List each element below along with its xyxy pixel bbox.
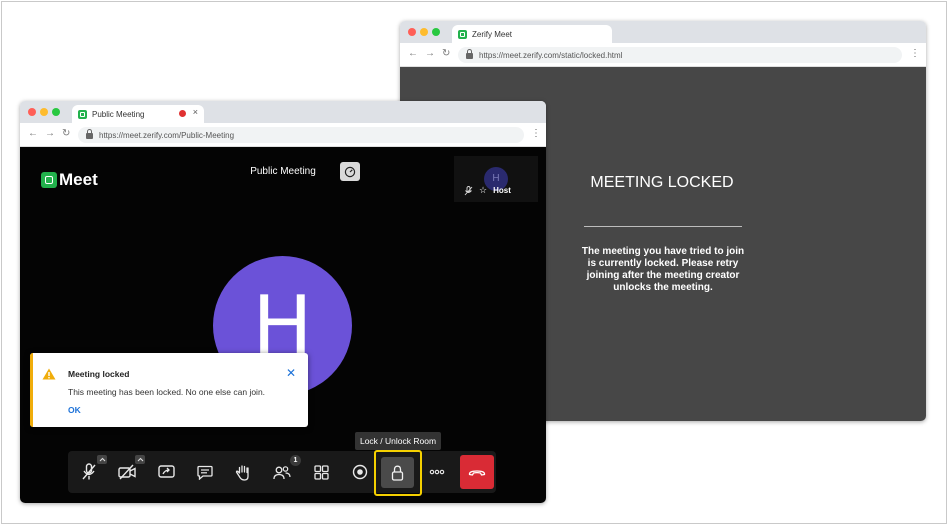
speedometer-icon[interactable] [340, 162, 360, 181]
address-bar[interactable]: https://meet.zerify.com/Public-Meeting [78, 127, 524, 143]
minimize-window-icon[interactable] [420, 28, 428, 36]
tab-bar: Public Meeting × [20, 101, 546, 123]
browser-menu-icon[interactable]: ⋮ [910, 48, 920, 59]
host-label: Host [493, 186, 511, 195]
favicon-icon [458, 29, 467, 39]
back-arrow-icon[interactable]: ← [408, 48, 418, 59]
lock-button-surface[interactable] [381, 457, 414, 488]
nav-bar: ← → ↻ https://meet.zerify.com/Public-Mee… [20, 123, 546, 147]
hangup-icon [468, 469, 486, 476]
url-text: https://meet.zerify.com/Public-Meeting [99, 130, 235, 140]
tile-view-icon [313, 464, 329, 480]
notification-title: Meeting locked [68, 369, 130, 379]
notification-accent-bar [30, 353, 33, 427]
lock-unlock-room-button[interactable] [374, 450, 422, 496]
tab-close-icon[interactable]: × [193, 107, 198, 117]
raise-hand-button[interactable] [232, 461, 254, 483]
meeting-toolbar: 1 [68, 451, 496, 493]
close-icon[interactable]: ✕ [286, 366, 296, 380]
record-icon [352, 464, 368, 480]
back-arrow-icon[interactable]: ← [28, 128, 38, 139]
raise-hand-icon [235, 464, 249, 481]
forward-arrow-icon[interactable]: → [425, 48, 435, 59]
camera-off-icon [118, 464, 136, 480]
nav-bar: ← → ↻ https://meet.zerify.com/static/loc… [400, 43, 926, 67]
camera-button[interactable] [116, 461, 138, 483]
forward-arrow-icon[interactable]: → [45, 128, 55, 139]
host-indicator: ☆ Host [464, 185, 511, 196]
participants-button[interactable] [271, 461, 293, 483]
microphone-muted-icon [82, 463, 96, 480]
meeting-title: Public Meeting [250, 166, 316, 177]
chevron-up-icon [137, 457, 143, 462]
recording-indicator-icon [179, 110, 186, 117]
address-bar[interactable]: https://meet.zerify.com/static/locked.ht… [458, 47, 902, 63]
close-window-icon[interactable] [28, 108, 36, 116]
maximize-window-icon[interactable] [52, 108, 60, 116]
camera-options-button[interactable] [135, 455, 145, 464]
lock-icon [391, 465, 404, 481]
microphone-muted-icon [464, 185, 473, 195]
star-icon: ☆ [479, 185, 488, 195]
browser-menu-icon[interactable]: ⋮ [531, 128, 541, 139]
divider [584, 226, 742, 227]
close-window-icon[interactable] [408, 28, 416, 36]
maximize-window-icon[interactable] [432, 28, 440, 36]
host-thumbnail[interactable]: H ☆ Host [454, 156, 538, 202]
notification-ok-button[interactable]: OK [68, 405, 81, 415]
share-screen-icon [157, 464, 175, 478]
tab-bar: Zerify Meet [400, 21, 926, 43]
url-text: https://meet.zerify.com/static/locked.ht… [479, 50, 623, 60]
logo-text: Meet [59, 170, 98, 189]
leave-meeting-button[interactable] [460, 455, 494, 489]
chat-icon [197, 465, 213, 480]
chevron-up-icon [99, 457, 105, 462]
tab-title: Public Meeting [92, 109, 145, 119]
chat-button[interactable] [194, 461, 216, 483]
meeting-locked-message: The meeting you have tried to join is cu… [581, 246, 745, 293]
padlock-icon [466, 49, 473, 59]
meeting-locked-notification: Meeting locked This meeting has been loc… [30, 353, 308, 427]
tab-title: Zerify Meet [472, 29, 513, 39]
participants-count-badge: 1 [290, 455, 301, 466]
more-options-button[interactable] [426, 461, 448, 483]
warning-icon [42, 368, 56, 380]
meeting-locked-heading: MEETING LOCKED [590, 174, 734, 191]
microphone-options-button[interactable] [97, 455, 107, 464]
record-button[interactable] [349, 461, 371, 483]
tab-zerify-meet[interactable]: Zerify Meet [452, 25, 612, 43]
padlock-icon [86, 129, 93, 139]
more-icon [429, 469, 445, 475]
favicon-icon [78, 109, 87, 119]
meet-logo-icon [41, 172, 57, 188]
microphone-button[interactable] [78, 461, 100, 483]
reload-icon[interactable]: ↻ [442, 48, 450, 59]
tab-public-meeting[interactable]: Public Meeting × [72, 105, 204, 123]
lock-room-tooltip: Lock / Unlock Room [355, 432, 441, 450]
notification-body: This meeting has been locked. No one els… [68, 387, 266, 397]
participants-icon [273, 465, 291, 479]
minimize-window-icon[interactable] [40, 108, 48, 116]
reload-icon[interactable]: ↻ [62, 128, 70, 139]
tile-view-button[interactable] [310, 461, 332, 483]
meet-logo: Meet [41, 170, 98, 190]
share-screen-button[interactable] [155, 461, 177, 483]
